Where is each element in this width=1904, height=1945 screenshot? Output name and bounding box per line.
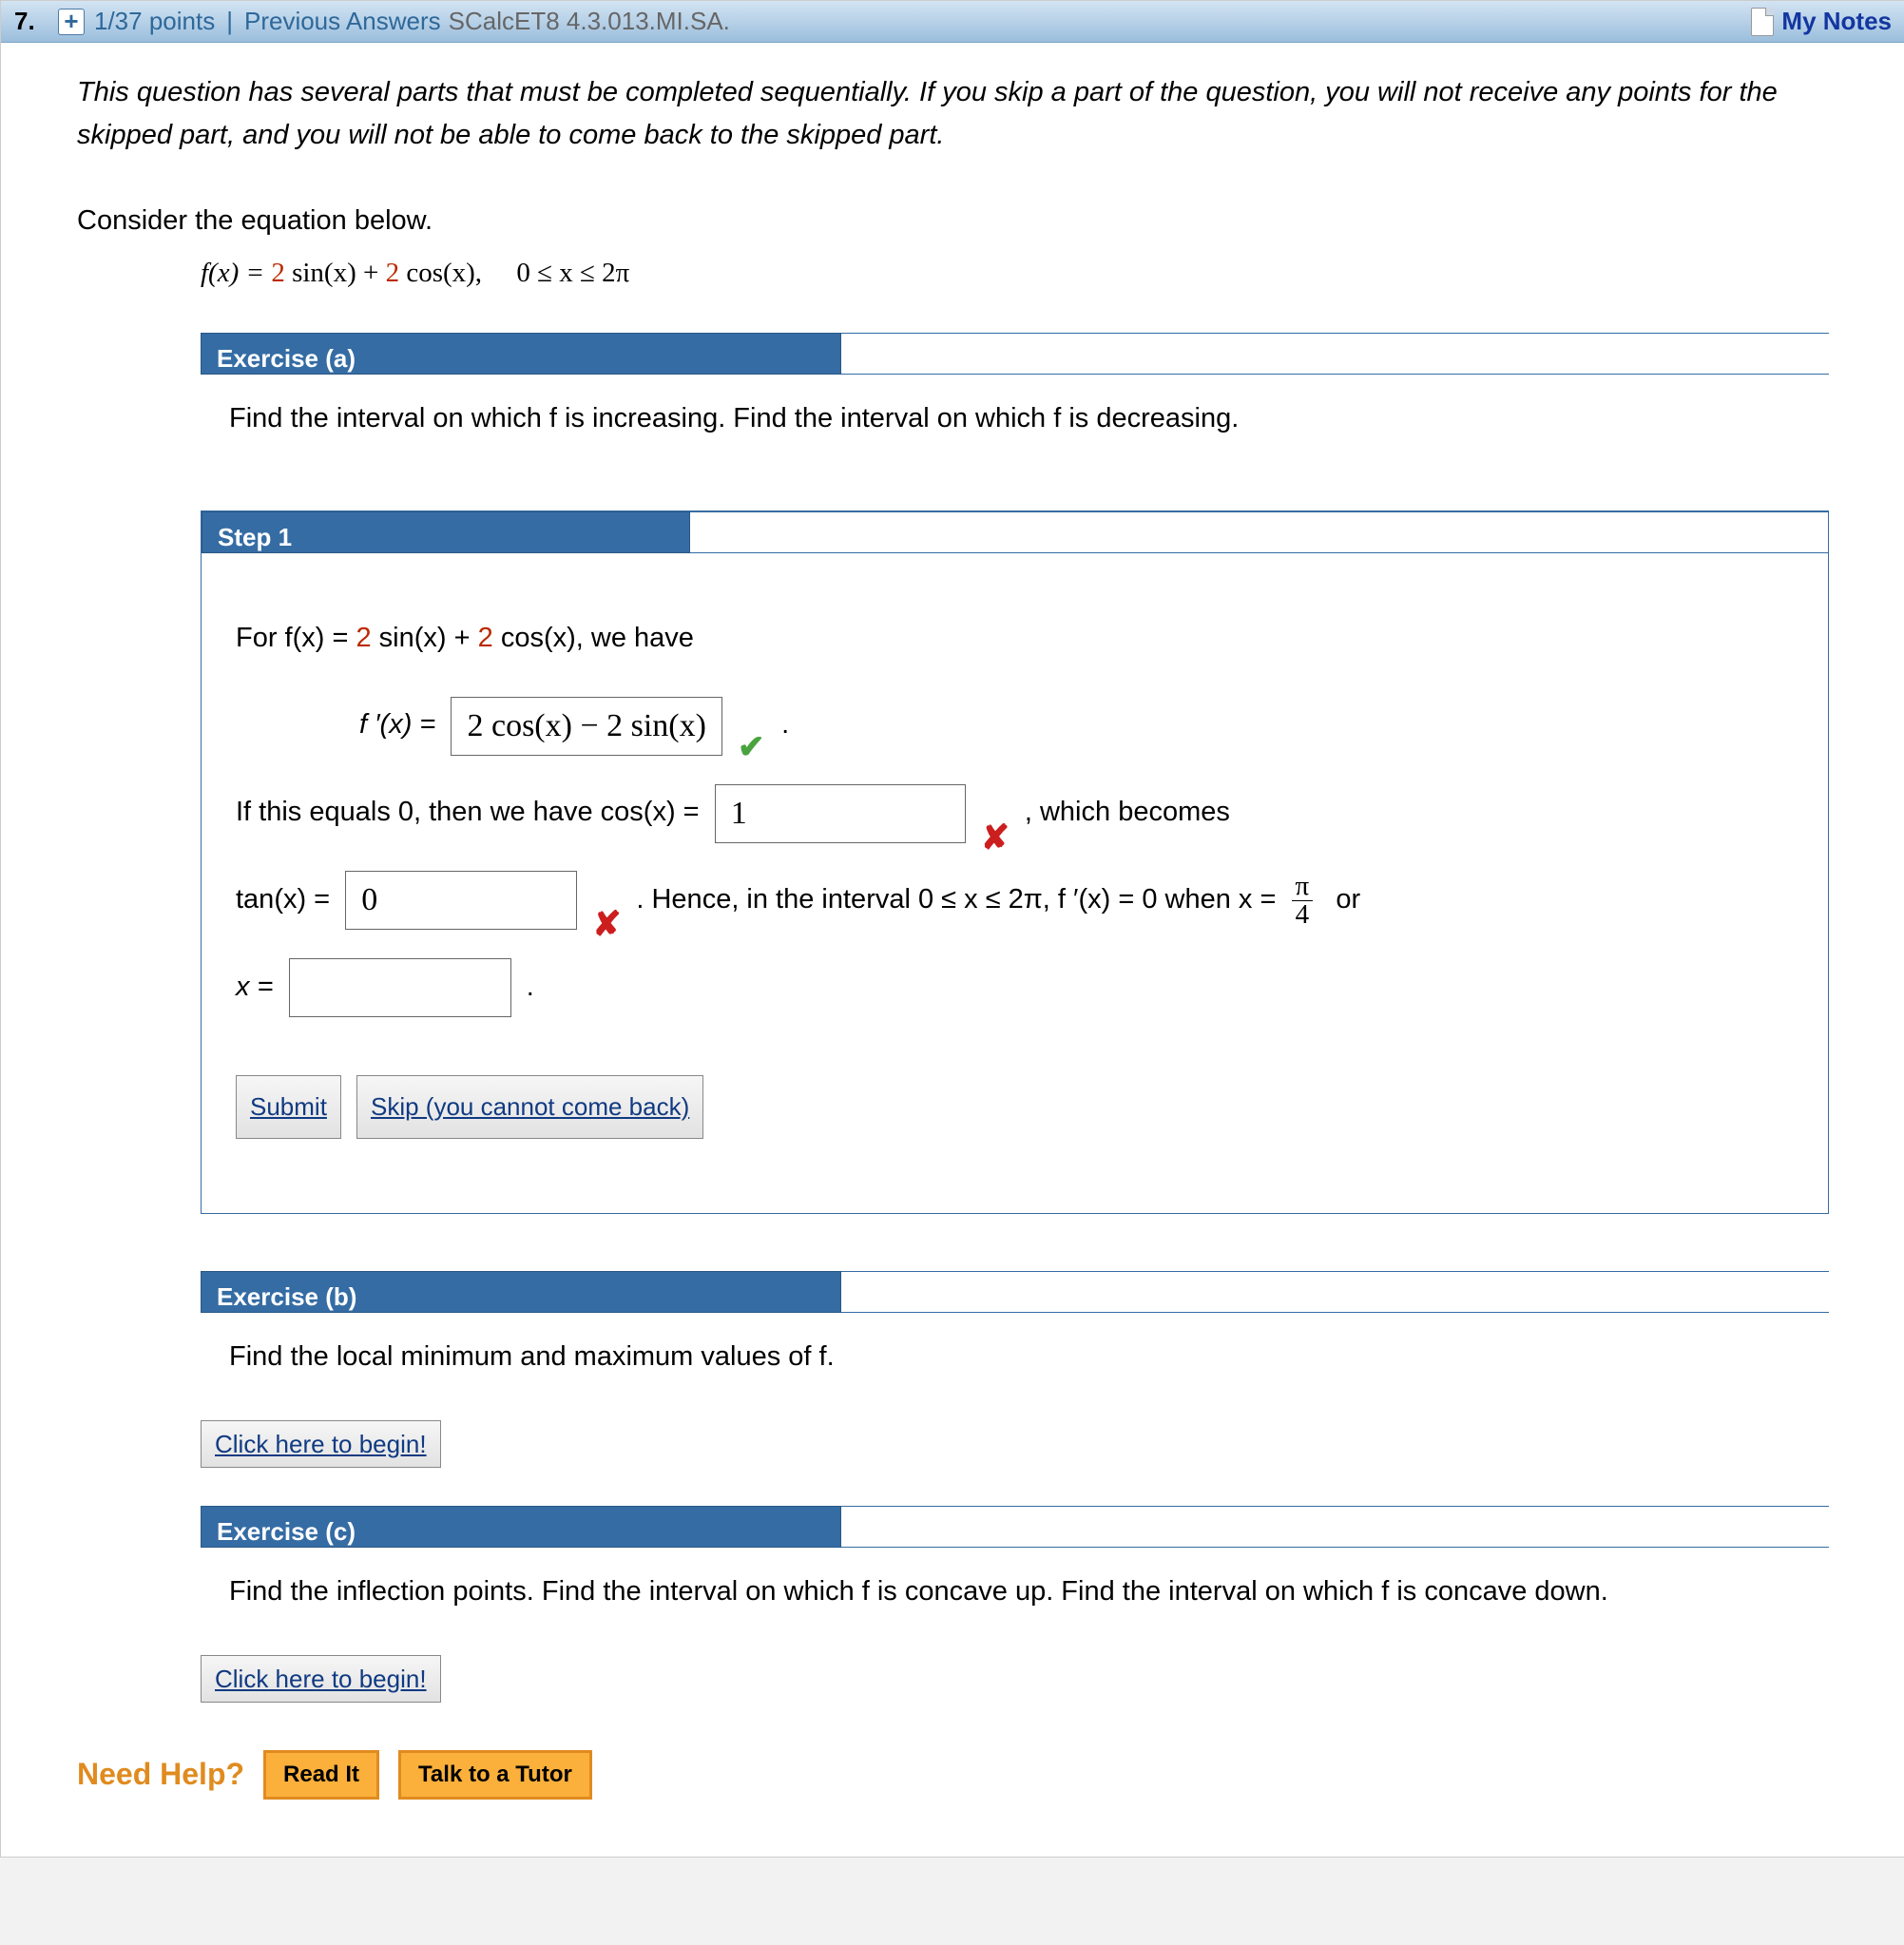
source-code: SCalcET8 4.3.013.MI.SA. (449, 7, 730, 36)
skip-button[interactable]: Skip (you cannot come back) (356, 1075, 703, 1139)
begin-c-button[interactable]: Click here to begin! (201, 1655, 441, 1703)
step-1-header: Step 1 (202, 511, 1828, 553)
begin-b-button[interactable]: Click here to begin! (201, 1420, 441, 1468)
answer-box-1[interactable]: 2 cos(x) − 2 sin(x) (451, 697, 721, 756)
cross-icon: ✘ (592, 886, 621, 915)
need-help-bar: Need Help? Read It Talk to a Tutor (77, 1750, 1829, 1799)
exercise-c-header: Exercise (c) (201, 1506, 1829, 1548)
equation-display: f(x) = 2 sin(x) + 2 cos(x), 0 ≤ x ≤ 2π (77, 252, 1829, 295)
exercise-b-text: Find the local minimum and maximum value… (201, 1313, 1829, 1401)
step-1-box: Step 1 For f(x) = 2 sin(x) + 2 cos(x), w… (201, 510, 1829, 1214)
question-header: 7. + 1/37 points | Previous Answers SCal… (1, 1, 1904, 43)
need-help-label: Need Help? (77, 1751, 244, 1799)
answer-box-3[interactable]: 0 (345, 871, 577, 930)
expand-icon[interactable]: + (58, 9, 85, 35)
points-display: 1/37 points (94, 7, 215, 36)
consider-label: Consider the equation below. (77, 200, 1829, 242)
step1-line2: If this equals 0, then we have cos(x) = … (236, 782, 1794, 843)
exercise-a-header: Exercise (a) (201, 333, 1829, 375)
previous-answers-link[interactable]: Previous Answers (244, 7, 441, 36)
my-notes-link[interactable]: My Notes (1781, 7, 1892, 36)
exercise-b-header: Exercise (b) (201, 1271, 1829, 1313)
answer-box-4[interactable] (289, 958, 511, 1017)
talk-tutor-button[interactable]: Talk to a Tutor (398, 1750, 592, 1799)
step1-line1: For f(x) = 2 sin(x) + 2 cos(x), we have (236, 608, 1794, 669)
fraction-pi-4: π4 (1292, 873, 1314, 929)
notes-icon[interactable] (1751, 8, 1774, 36)
exercise-a-text: Find the interval on which f is increasi… (201, 375, 1829, 463)
question-number: 7. (14, 7, 58, 36)
step1-line3: tan(x) = 0 ✘ . Hence, in the interval 0 … (236, 870, 1794, 931)
fprime-row: f ′(x) = 2 cos(x) − 2 sin(x) ✔ . (236, 695, 1794, 756)
sequential-warning: This question has several parts that mus… (77, 71, 1829, 157)
cross-icon: ✘ (981, 799, 1010, 828)
step1-line4: x = . (236, 957, 1794, 1018)
answer-box-2[interactable]: 1 (715, 784, 966, 843)
read-it-button[interactable]: Read It (263, 1750, 379, 1799)
divider-pipe: | (226, 7, 233, 36)
check-icon: ✔ (738, 712, 766, 741)
exercise-c-text: Find the inflection points. Find the int… (201, 1548, 1829, 1636)
submit-button[interactable]: Submit (236, 1075, 341, 1139)
